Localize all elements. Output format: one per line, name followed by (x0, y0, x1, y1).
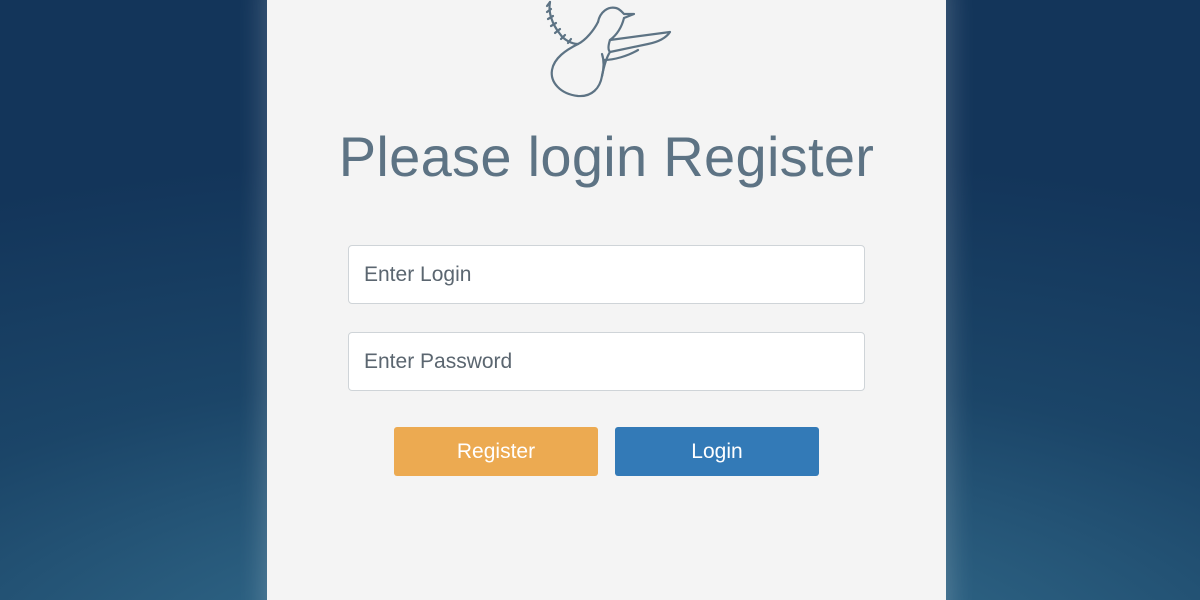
login-button[interactable]: Login (615, 427, 819, 476)
password-input[interactable] (348, 332, 865, 391)
login-input[interactable] (348, 245, 865, 304)
register-button[interactable]: Register (394, 427, 598, 476)
dove-icon (538, 0, 678, 100)
page-title: Please login Register (338, 125, 875, 188)
